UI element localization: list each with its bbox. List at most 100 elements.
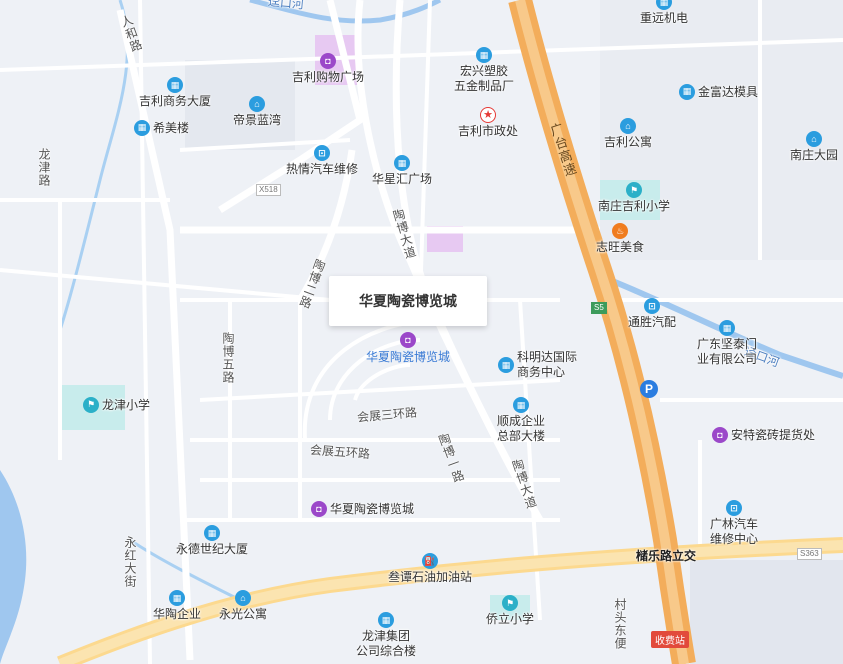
- residential-icon: ⌂: [249, 96, 265, 112]
- residential-icon: ⌂: [806, 131, 822, 147]
- poi-label: 南庄大园: [790, 148, 839, 162]
- poi-zhiwang[interactable]: ♨ 志旺美食: [596, 223, 644, 255]
- toll-station-badge: 收费站: [651, 631, 689, 648]
- poi-nanzhuang-garden[interactable]: ⌂ 南庄大园: [790, 131, 838, 163]
- poi-label: 吉利购物广场: [292, 70, 365, 84]
- route-shield-s363: S363: [797, 548, 822, 560]
- poi-ximei[interactable]: ▦ 希美楼: [134, 119, 189, 136]
- poi-kemingda[interactable]: ▦ 科明达国际 商务中心: [498, 350, 577, 380]
- road-label-yonghong: 永红大街: [123, 536, 137, 588]
- selected-place-callout[interactable]: 华夏陶瓷博览城: [329, 276, 487, 326]
- poi-label: 帝景蓝湾: [233, 113, 282, 127]
- poi-guanglin[interactable]: ⊡ 广林汽车 维修中心: [710, 500, 758, 547]
- building-icon: ▦: [204, 525, 220, 541]
- building-icon: ▦: [378, 612, 394, 628]
- government-star-icon: ★: [480, 107, 496, 123]
- poi-label: 吉利公寓: [604, 135, 653, 149]
- poi-label: 顺成企业 总部大楼: [497, 414, 546, 443]
- interchange-label: 槠乐路立交: [636, 549, 697, 563]
- poi-label: 华星汇广场: [372, 172, 433, 186]
- route-shield-s5: S5: [591, 302, 607, 314]
- poi-label: 安特瓷砖提货处: [731, 428, 816, 442]
- car-icon: ⊡: [726, 500, 742, 516]
- poi-reqing[interactable]: ⊡ 热情汽车维修: [286, 145, 358, 177]
- building-icon: ▦: [513, 397, 529, 413]
- poi-label: 志旺美食: [596, 240, 645, 254]
- poi-label: 永德世纪大厦: [176, 542, 249, 556]
- poi-label: 龙津小学: [102, 398, 151, 412]
- poi-label: 重远机电: [640, 11, 689, 25]
- poi-huatao[interactable]: ▦ 华陶企业: [153, 590, 201, 622]
- poi-label: 南庄吉利小学: [598, 199, 671, 213]
- school-flag-icon: ⚑: [83, 396, 99, 413]
- poi-label: 热情汽车维修: [286, 162, 359, 176]
- poi-qiaoli[interactable]: ⚑ 侨立小学: [486, 595, 534, 627]
- poi-tongsheng[interactable]: ⊡ 通胜汽配: [628, 298, 676, 330]
- parking-icon[interactable]: P: [640, 380, 658, 398]
- poi-jili-gov[interactable]: ★ 吉利市政处: [458, 107, 518, 139]
- poi-label: 宏兴塑胶 五金制品厂: [454, 64, 515, 93]
- poi-huaxinghui[interactable]: ▦ 华星汇广场: [372, 155, 432, 187]
- building-icon: ▦: [476, 47, 492, 63]
- shopping-bag-icon: ◘: [320, 53, 336, 69]
- poi-longjin-group[interactable]: ▦ 龙津集团 公司综合楼: [356, 612, 416, 659]
- school-flag-icon: ⚑: [626, 182, 642, 198]
- poi-gas-station[interactable]: ⛽ 叁谭石油加油站: [388, 553, 472, 585]
- residential-icon: ⌂: [235, 590, 251, 606]
- poi-label: 华夏陶瓷博览城: [330, 502, 415, 516]
- poi-zhongyuan[interactable]: ▦ 重远机电: [640, 0, 688, 26]
- poi-jiantai[interactable]: ▦ 广东坚泰门 业有限公司: [697, 320, 757, 367]
- poi-hongxing[interactable]: ▦ 宏兴塑胶 五金制品厂: [454, 47, 514, 94]
- car-icon: ⊡: [314, 145, 330, 161]
- poi-dijing[interactable]: ⌂ 帝景蓝湾: [233, 96, 281, 128]
- poi-label: 广东坚泰门 业有限公司: [697, 337, 758, 366]
- shopping-bag-icon: ◘: [400, 332, 416, 348]
- poi-label: 科明达国际 商务中心: [517, 350, 578, 379]
- residential-icon: ⌂: [620, 118, 636, 134]
- poi-huaxia-2[interactable]: ◘ 华夏陶瓷博览城: [311, 500, 414, 517]
- building-icon: ▦: [719, 320, 735, 336]
- poi-longjin-school[interactable]: ⚑ 龙津小学: [83, 396, 150, 413]
- poi-label: 希美楼: [153, 121, 190, 135]
- route-shield-x518: X518: [256, 184, 281, 196]
- building-icon: ▦: [167, 77, 183, 93]
- building-icon: ▦: [498, 357, 514, 373]
- poi-jili-mall[interactable]: ◘ 吉利购物广场: [292, 53, 364, 85]
- poi-ante[interactable]: ◘ 安特瓷砖提货处: [712, 426, 815, 443]
- building-icon: ▦: [169, 590, 185, 606]
- poi-label: 金富达模具: [698, 85, 759, 99]
- poi-label: 龙津集团 公司综合楼: [356, 629, 417, 658]
- poi-jili-apt[interactable]: ⌂ 吉利公寓: [604, 118, 652, 150]
- selected-place-pin[interactable]: ◘ 华夏陶瓷博览城: [366, 332, 450, 365]
- road-label-longjin: 龙津路: [37, 148, 51, 187]
- road-label-cuntou: 村头东便: [613, 598, 627, 650]
- poi-shuncheng[interactable]: ▦ 顺成企业 总部大楼: [497, 397, 545, 444]
- building-icon: ▦: [656, 0, 672, 10]
- map-canvas[interactable]: 人和路 龙津路 陶博大道 陶博二路 陶博五路 会展三环路 会展五环路 陶博一路 …: [0, 0, 843, 664]
- shopping-bag-icon: ◘: [712, 426, 728, 443]
- poi-label: 叁谭石油加油站: [388, 570, 473, 584]
- building-icon: ▦: [394, 155, 410, 171]
- poi-nanzhuang-school[interactable]: ⚑ 南庄吉利小学: [598, 182, 670, 214]
- poi-label: 永光公寓: [219, 607, 268, 621]
- poi-label: 侨立小学: [486, 612, 535, 626]
- poi-yongguang[interactable]: ⌂ 永光公寓: [219, 590, 267, 622]
- poi-yongde[interactable]: ▦ 永德世纪大厦: [176, 525, 248, 557]
- poi-label: 广林汽车 维修中心: [710, 517, 759, 546]
- poi-jili-business[interactable]: ▦ 吉利商务大厦: [139, 77, 211, 109]
- building-icon: ▦: [679, 83, 695, 100]
- selected-place-label: 华夏陶瓷博览城: [366, 350, 451, 364]
- poi-label: 华陶企业: [153, 607, 202, 621]
- poi-label: 吉利商务大厦: [139, 94, 212, 108]
- poi-label: 吉利市政处: [458, 124, 519, 138]
- school-flag-icon: ⚑: [502, 595, 518, 611]
- shopping-bag-icon: ◘: [311, 500, 327, 517]
- car-icon: ⊡: [644, 298, 660, 314]
- building-icon: ▦: [134, 119, 150, 136]
- gas-station-icon: ⛽: [422, 553, 438, 569]
- road-label-taobo-wu: 陶博五路: [221, 332, 235, 384]
- restaurant-icon: ♨: [612, 223, 628, 239]
- callout-title: 华夏陶瓷博览城: [359, 293, 457, 309]
- poi-label: 通胜汽配: [628, 315, 677, 329]
- poi-jinfuda[interactable]: ▦ 金富达模具: [679, 83, 758, 100]
